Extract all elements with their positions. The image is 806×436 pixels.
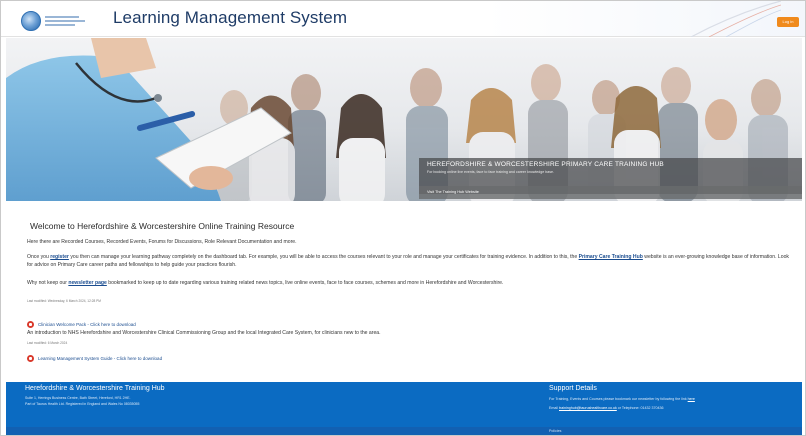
training-hub-logo[interactable] (21, 9, 109, 33)
logo-emblem-icon (21, 11, 41, 31)
footer-support-title: Support Details (549, 385, 597, 392)
register-paragraph: Once you register you then can manage yo… (27, 254, 792, 269)
hero-overlay-title: HEREFORDSHIRE & WORCESTERSHIRE PRIMARY C… (427, 161, 664, 168)
welcome-pack-modified-note: Last modified: 6 March 2024 (27, 341, 68, 345)
footer-newsletter-line: For Training, Events and Courses please … (549, 397, 695, 401)
newsletter-text-a: Why not keep our (27, 280, 69, 286)
newsletter-paragraph: Why not keep our newsletter page bookmar… (27, 280, 792, 288)
register-link[interactable]: register (50, 254, 69, 260)
pdf-download-icon (27, 321, 34, 328)
login-button[interactable]: Log in (777, 17, 799, 27)
footer-contact-line: Email traininghub@taurushealthcare.co.uk… (549, 406, 664, 410)
last-modified-note: Last modified: Wednesday, 6 March 2024, … (27, 299, 101, 303)
footer-email-label: Email (549, 406, 559, 410)
primary-care-training-hub-link[interactable]: Primary Care Training Hub (579, 254, 643, 260)
visit-training-hub-link[interactable]: Visit The Training Hub Website (419, 186, 802, 199)
header-swoosh-decoration (690, 1, 781, 37)
welcome-pack-description: An introduction to NHS Herefordshire and… (27, 330, 381, 336)
pdf-download-icon (27, 355, 34, 362)
clinician-welcome-pack-row[interactable]: Clinician Welcome Pack - Click here to d… (27, 321, 136, 328)
page: Learning Management System Log in HEREFO… (0, 0, 806, 436)
footer-company-registration: Part of Taurus Health Ltd. Registered in… (25, 402, 140, 406)
lms-guide-link[interactable]: Learning Management System Guide - Click… (38, 356, 162, 361)
footer-email-link[interactable]: traininghub@taurushealthcare.co.uk (559, 406, 617, 410)
footer-org-title: Herefordshire & Worcestershire Training … (25, 385, 165, 392)
footer-bottom-bar: Policies (6, 427, 802, 435)
register-text-b: you then can manage your learning pathwa… (68, 254, 579, 260)
site-footer: Herefordshire & Worcestershire Training … (6, 382, 802, 427)
intro-paragraph: Here there are Recorded Courses, Recorde… (27, 239, 297, 245)
welcome-heading: Welcome to Herefordshire & Worcestershir… (30, 221, 295, 231)
visit-training-hub-label: Visit The Training Hub Website (427, 190, 479, 194)
footer-newsletter-link[interactable]: here (688, 397, 695, 401)
lms-guide-row[interactable]: Learning Management System Guide - Click… (27, 355, 162, 362)
hero-overlay-subtitle: For booking online live events, face to … (427, 170, 555, 174)
clinician-welcome-pack-link[interactable]: Clinician Welcome Pack - Click here to d… (38, 322, 136, 327)
register-text-a: Once you (27, 254, 51, 260)
logo-wordmark (45, 16, 85, 26)
app-title: Learning Management System (113, 8, 348, 27)
hero-banner: HEREFORDSHIRE & WORCESTERSHIRE PRIMARY C… (6, 38, 802, 201)
footer-newsletter-text: For Training, Events and Courses please … (549, 397, 688, 401)
footer-telephone-text: or Telephone: 01432 370436 (616, 406, 664, 410)
newsletter-page-link[interactable]: newsletter page (68, 280, 107, 286)
footer-policies-link[interactable]: Policies (549, 429, 561, 433)
site-header: Learning Management System Log in (1, 1, 805, 37)
footer-address: Suite 1, Herrings Business Centre, Bath … (25, 396, 131, 400)
newsletter-text-b: bookmarked to keep up to date regarding … (106, 280, 504, 286)
